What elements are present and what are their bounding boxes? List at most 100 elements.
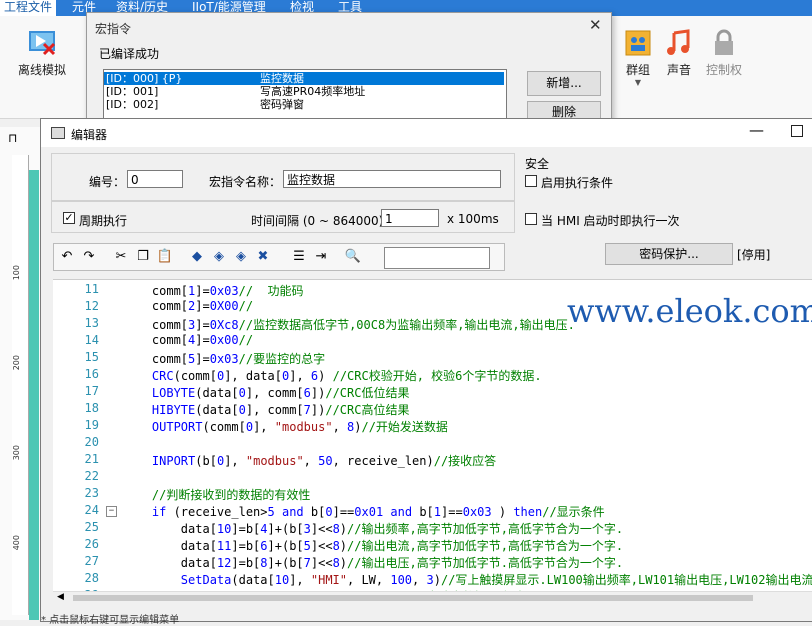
window-icon xyxy=(51,127,65,139)
indent-icon[interactable]: ⇥ xyxy=(312,248,330,266)
periodic-label: 周期执行 xyxy=(79,214,128,228)
macro-list-item[interactable]: [ID：002] 密码弹窗 xyxy=(104,98,504,111)
periodic-checkbox[interactable]: ✓ xyxy=(63,212,75,224)
editor-titlebar: 编辑器 — xyxy=(41,119,812,147)
code-line[interactable]: comm[5]=0x03//要监控的总字 xyxy=(123,350,325,367)
chevron-down-icon[interactable]: ▼ xyxy=(620,78,656,87)
code-line[interactable]: comm[2]=0X00// xyxy=(123,299,253,313)
interval-field[interactable]: 1 xyxy=(381,209,439,227)
editor-toolbar: ↶ ↷ ✂ ❐ 📋 ◆ ◈ ◈ ✖ ☰ ⇥ 🔍 xyxy=(53,243,505,271)
macro-id: [ID：000] {P} xyxy=(106,72,183,85)
code-line[interactable]: //判断接收到的数据的有效性 xyxy=(123,486,310,503)
line-number: 19 xyxy=(84,418,99,432)
macro-name-field[interactable]: 监控数据 xyxy=(283,170,501,188)
code-line[interactable]: LOBYTE(data[0], comm[6])//CRC低位结果 xyxy=(123,384,410,401)
close-icon[interactable]: ✕ xyxy=(589,16,602,34)
undo-icon[interactable]: ↶ xyxy=(58,248,76,266)
control-label: 控制权 xyxy=(705,63,742,77)
code-line[interactable]: OUTPORT(comm[0], "modbus", 8)//开始发送数据 xyxy=(123,418,448,435)
vertical-ruler: 100 200 300 400 xyxy=(12,155,29,615)
ruler-tick: 300 xyxy=(12,445,21,461)
macro-name: 密码弹窗 xyxy=(260,98,304,111)
enable-condition-checkbox[interactable] xyxy=(525,175,537,187)
compiled-group-label: 已编译成功 xyxy=(99,47,160,61)
offline-sim-label: 离线模拟 xyxy=(17,63,66,77)
line-number: 13 xyxy=(84,316,99,330)
line-number: 22 xyxy=(84,469,99,483)
code-line[interactable]: if (receive_len>5 and b[0]==0x01 and b[1… xyxy=(123,503,605,520)
interval-label: 时间间隔 (0 ~ 864000)： xyxy=(251,214,396,228)
bookmark-clear-icon[interactable]: ✖ xyxy=(254,248,272,266)
watermark: www.eleok.com xyxy=(567,292,812,330)
line-number: 20 xyxy=(84,435,99,449)
password-button[interactable]: 密码保护... xyxy=(605,243,733,265)
horizontal-scrollbar[interactable]: ◀ xyxy=(53,591,812,604)
line-number: 24 xyxy=(84,503,99,517)
macro-name-label: 宏指令名称： xyxy=(209,175,282,189)
line-number: 15 xyxy=(84,350,99,364)
ruler-tick: 200 xyxy=(12,355,21,371)
pin-icon[interactable]: ⊓ xyxy=(8,131,17,145)
copy-icon[interactable]: ❐ xyxy=(134,248,152,266)
music-note-icon xyxy=(667,29,690,55)
scroll-left-icon[interactable]: ◀ xyxy=(57,592,64,602)
line-number: 23 xyxy=(84,486,99,500)
ruler-tick: 100 xyxy=(12,265,21,281)
bookmark-prev-icon[interactable]: ◈ xyxy=(210,248,228,266)
run-on-start-checkbox[interactable] xyxy=(525,213,537,225)
control-button[interactable]: 控制权 xyxy=(702,28,746,78)
macro-list-item[interactable]: [ID：000] {P} 监控数据 xyxy=(104,72,504,85)
code-line[interactable]: INPORT(b[0], "modbus", 50, receive_len)/… xyxy=(123,452,496,469)
code-line[interactable]: data[10]=b[4]+(b[3]<<8)//输出频率,高字节加低字节,高低… xyxy=(123,520,623,537)
code-line[interactable]: comm[4]=0x00// xyxy=(123,333,253,347)
code-line[interactable]: HIBYTE(data[0], comm[7])//CRC高位结果 xyxy=(123,401,410,418)
number-field[interactable]: 0 xyxy=(127,170,183,188)
offline-sim-button[interactable]: 离线模拟 xyxy=(10,26,74,78)
minimize-icon[interactable]: — xyxy=(749,121,764,139)
bookmark-toggle-icon[interactable]: ◆ xyxy=(188,248,206,266)
line-number: 27 xyxy=(84,554,99,568)
run-on-start-label: 当 HMI 启动时即执行一次 xyxy=(541,214,680,228)
interval-unit: x 100ms xyxy=(447,212,499,226)
sound-button[interactable]: 声音 xyxy=(662,28,696,78)
code-line[interactable]: data[12]=b[8]+(b[7]<<8)//输出电压,高字节加低字节.高低… xyxy=(123,554,623,571)
line-number: 21 xyxy=(84,452,99,466)
bookmark-next-icon[interactable]: ◈ xyxy=(232,248,250,266)
group-icon xyxy=(625,30,651,56)
macro-name: 监控数据 xyxy=(260,72,304,85)
line-number: 16 xyxy=(84,367,99,381)
line-number: 26 xyxy=(84,537,99,551)
password-status: [停用] xyxy=(737,248,771,262)
macro-id: [ID：001] xyxy=(106,85,159,98)
line-number: 18 xyxy=(84,401,99,415)
menu-tab-project-file[interactable]: 工程文件 xyxy=(0,0,57,16)
fold-toggle-icon[interactable]: − xyxy=(106,506,117,517)
new-macro-button[interactable]: 新增... xyxy=(527,71,601,96)
macro-dialog-title: 宏指令 xyxy=(95,22,132,36)
offline-sim-icon xyxy=(29,31,56,56)
group-label: 群组 xyxy=(625,63,650,77)
find-icon[interactable]: 🔍 xyxy=(344,248,362,266)
security-label: 安全 xyxy=(525,157,550,171)
code-line[interactable]: comm[3]=0Xc8//监控数据高低字节,00C8为监输出频率,输出电流,输… xyxy=(123,316,575,333)
macro-list-item[interactable]: [ID：001] 写高速PR04频率地址 xyxy=(104,85,504,98)
list-icon[interactable]: ☰ xyxy=(290,248,308,266)
line-number: 14 xyxy=(84,333,99,347)
code-line[interactable]: comm[1]=0x03// 功能码 xyxy=(123,282,304,299)
canvas-edge xyxy=(29,170,39,620)
paste-icon[interactable]: 📋 xyxy=(156,248,174,266)
scrollbar-thumb[interactable] xyxy=(73,595,753,601)
code-line[interactable]: CRC(comm[0], data[0], 6) //CRC校验开始, 校验6个… xyxy=(123,367,542,384)
editor-title: 编辑器 xyxy=(71,128,108,142)
line-number: 25 xyxy=(84,520,99,534)
maximize-icon[interactable] xyxy=(791,125,803,137)
ruler-tick: 400 xyxy=(12,535,21,551)
code-line[interactable]: data[11]=b[6]+(b[5]<<8)//输出电流,高字节加低字节,高低… xyxy=(123,537,623,554)
group-button[interactable]: 群组 ▼ xyxy=(620,28,656,87)
redo-icon[interactable]: ↷ xyxy=(80,248,98,266)
line-number: 28 xyxy=(84,571,99,585)
find-input[interactable] xyxy=(384,247,490,269)
macro-dialog: 宏指令 ✕ 已编译成功 [ID：000] {P} 监控数据 [ID：001] 写… xyxy=(86,12,612,127)
code-line[interactable]: SetData(data[10], "HMI", LW, 100, 3)//写上… xyxy=(123,571,812,588)
cut-icon[interactable]: ✂ xyxy=(112,248,130,266)
